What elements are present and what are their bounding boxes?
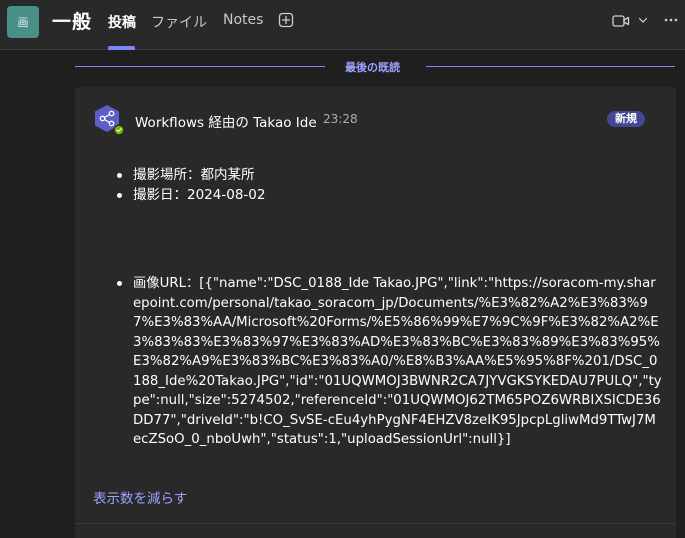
message-timestamp: 23:28 [323, 112, 358, 126]
more-horizontal-icon[interactable] [664, 18, 678, 22]
image-url-item: 画像URL：[{"name":"DSC_0188_Ide Takao.JPG",… [117, 274, 663, 450]
property-list: 撮影場所：都内某所 撮影日：2024-08-02 [117, 165, 663, 205]
left-gutter [0, 51, 75, 538]
channel-header: 画 一般 投稿 ファイル Notes [0, 0, 685, 50]
show-less-link[interactable]: 表示数を減らす [93, 487, 187, 507]
team-avatar[interactable]: 画 [7, 6, 39, 38]
active-tab-indicator [108, 46, 135, 50]
video-camera-icon[interactable] [612, 13, 630, 29]
new-badge: 新規 [607, 111, 645, 127]
tab-files[interactable]: ファイル [151, 12, 207, 32]
team-avatar-glyph: 画 [17, 16, 29, 29]
list-item: 撮影日：2024-08-02 [117, 185, 663, 205]
chevron-down-icon[interactable] [638, 15, 648, 25]
last-read-divider: 最後の既読 [75, 58, 675, 76]
last-read-label: 最後の既読 [345, 61, 400, 74]
divider-line-right [426, 66, 675, 67]
sender-name: Workflows 経由の Takao Ide [135, 115, 317, 131]
card-divider [75, 523, 676, 524]
tab-notes[interactable]: Notes [223, 12, 263, 28]
workflows-share-icon [95, 105, 125, 136]
divider-line-left [75, 66, 325, 67]
message-card[interactable]: Workflows 経由の Takao Ide 23:28 新規 撮影場所：都内… [75, 87, 676, 538]
channel-name: 一般 [52, 11, 93, 33]
tab-posts[interactable]: 投稿 [108, 12, 136, 32]
list-item: 撮影場所：都内某所 [117, 165, 663, 185]
plus-square-icon[interactable] [278, 12, 294, 28]
